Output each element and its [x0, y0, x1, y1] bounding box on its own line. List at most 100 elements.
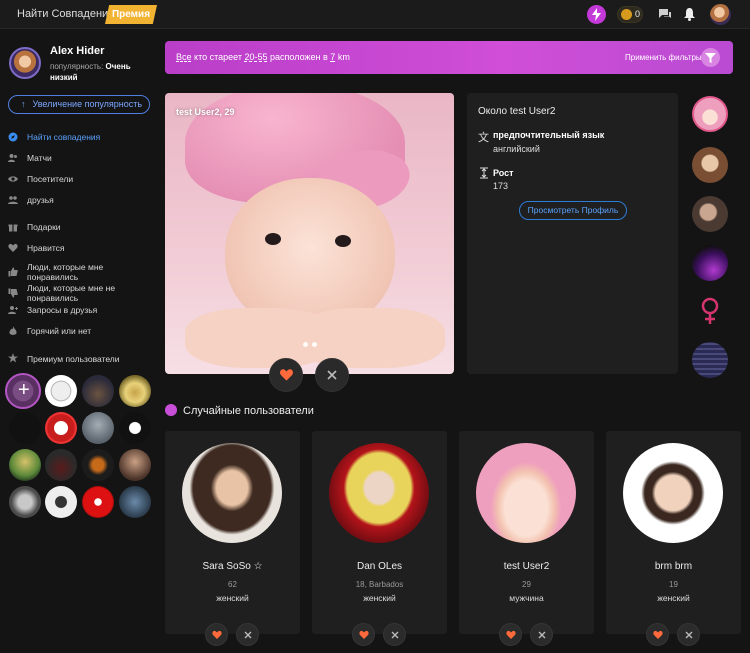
user-card[interactable]: test User2 29 мужчина	[459, 431, 594, 634]
messages-button[interactable]	[658, 8, 672, 23]
notifications-button[interactable]	[683, 7, 696, 24]
nav-matches[interactable]: Матчи	[8, 152, 153, 166]
credits-button[interactable]: 0	[617, 6, 643, 23]
profile-photo[interactable]: test User2, 29	[165, 93, 454, 374]
premium-user-avatar[interactable]	[9, 412, 41, 444]
app-title[interactable]: Найти Совпадения	[17, 8, 114, 20]
photo-eye	[265, 233, 281, 245]
popularity-label: популярность:	[50, 62, 104, 71]
thumbs-up-icon	[8, 267, 18, 277]
premium-user-avatar[interactable]	[119, 486, 151, 518]
card-dislike-button[interactable]	[383, 623, 406, 646]
premium-user-avatar[interactable]	[45, 375, 77, 407]
pagination-dot[interactable]	[312, 342, 317, 347]
close-icon	[685, 631, 693, 639]
nav-friend-requests[interactable]: Запросы в друзья	[8, 304, 153, 318]
nav-hot-or-not[interactable]: Горячий или нет	[8, 325, 153, 339]
nav-visitors[interactable]: Посетители	[8, 173, 153, 187]
nav-label: Запросы в друзья	[27, 305, 98, 315]
filter-age[interactable]: 20-55	[244, 52, 267, 62]
premium-user-avatar[interactable]	[45, 449, 77, 481]
user-card[interactable]: Dan OLes 18, Barbados женский	[312, 431, 447, 634]
premium-user-avatar[interactable]	[9, 486, 41, 518]
card-like-button[interactable]	[499, 623, 522, 646]
user-card-gender: женский	[363, 593, 396, 603]
boost-popularity-label: Увеличение популярность	[32, 99, 143, 109]
close-icon	[538, 631, 546, 639]
card-like-button[interactable]	[646, 623, 669, 646]
match-thumbnail[interactable]	[692, 196, 728, 232]
user-card-name[interactable]: Dan OLes	[312, 561, 447, 572]
language-value: английский	[493, 144, 540, 154]
nav-disliked-people[interactable]: Люди, которые мне не понравились	[8, 283, 153, 303]
match-thumbnail[interactable]	[692, 245, 728, 281]
filter-summary[interactable]: Все кто стареет 20-55 расположен в 7 km	[176, 52, 350, 62]
premium-user-avatar[interactable]	[9, 449, 41, 481]
user-card-avatar[interactable]	[623, 443, 723, 543]
premium-user-avatar[interactable]	[82, 449, 114, 481]
user-card-avatar[interactable]	[182, 443, 282, 543]
boost-button[interactable]	[587, 5, 606, 24]
card-dislike-button[interactable]	[236, 623, 259, 646]
coin-icon	[621, 9, 632, 20]
apply-filters-label[interactable]: Применить фильтры	[625, 53, 702, 62]
nav-find-matches[interactable]: Найти совпадения	[8, 131, 153, 145]
user-card[interactable]: brm brm 19 женский	[606, 431, 741, 634]
profile-name[interactable]: Alex Hider	[50, 45, 104, 57]
premium-user-avatar[interactable]	[119, 375, 151, 407]
premium-user-avatar[interactable]	[45, 486, 77, 518]
user-avatar[interactable]	[710, 4, 731, 25]
user-card-name[interactable]: Sara SoSo ☆	[165, 561, 300, 572]
premium-user-avatar[interactable]	[119, 449, 151, 481]
nav-gifts[interactable]: Подарки	[8, 221, 153, 235]
nav-label: Горячий или нет	[27, 326, 92, 336]
filter-gender[interactable]: Все	[176, 52, 192, 62]
match-thumbnail[interactable]	[692, 96, 728, 132]
heart-icon	[212, 630, 222, 639]
user-card-age: 19	[669, 580, 678, 589]
nav-label: Подарки	[27, 222, 61, 232]
nav-likes[interactable]: Нравится	[8, 242, 153, 256]
users-icon	[8, 154, 17, 162]
boost-popularity-button[interactable]: ↑ Увеличение популярность	[8, 95, 150, 114]
user-card-avatar[interactable]	[329, 443, 429, 543]
nav-friends[interactable]: друзья	[8, 194, 153, 208]
card-dislike-button[interactable]	[530, 623, 553, 646]
card-like-button[interactable]	[205, 623, 228, 646]
nav-label: Посетители	[27, 174, 74, 184]
photo-pagination[interactable]	[301, 339, 319, 350]
pagination-dot[interactable]	[303, 342, 308, 347]
premium-user-avatar[interactable]	[82, 375, 114, 407]
card-like-button[interactable]	[352, 623, 375, 646]
close-icon	[391, 631, 399, 639]
heart-icon	[359, 630, 369, 639]
user-card[interactable]: Sara SoSo ☆ 62 женский	[165, 431, 300, 634]
friends-icon	[8, 196, 18, 204]
match-thumbnail[interactable]	[692, 147, 728, 183]
current-user-name: test User2,	[176, 107, 223, 117]
nav-liked-people[interactable]: Люди, которые мне понравились	[8, 262, 153, 282]
premium-user-avatar[interactable]	[82, 486, 114, 518]
language-label: предпочтительный язык	[493, 130, 605, 140]
view-profile-button[interactable]: Просмотреть Профиль	[519, 201, 627, 220]
user-card-age: 18, Barbados	[355, 580, 404, 589]
heart-icon	[653, 630, 663, 639]
user-card-avatar[interactable]	[476, 443, 576, 543]
premium-user-avatar[interactable]	[119, 412, 151, 444]
user-card-name[interactable]: brm brm	[606, 561, 741, 572]
apply-filters-button[interactable]	[701, 48, 720, 67]
nav-label: Люди, которые мне не понравились	[27, 283, 116, 303]
premium-user-avatar[interactable]	[45, 412, 77, 444]
match-thumbnail[interactable]	[692, 342, 728, 378]
filter-unit: km	[337, 52, 350, 62]
premium-button[interactable]: Премия	[105, 5, 157, 24]
profile-avatar[interactable]	[9, 47, 41, 79]
sidebar: Alex Hider популярность: Очень низкий ↑ У…	[0, 30, 160, 653]
user-card-name[interactable]: test User2	[459, 561, 594, 572]
premium-user-avatar[interactable]	[82, 412, 114, 444]
add-premium-button[interactable]: +	[5, 373, 41, 409]
dislike-button[interactable]	[315, 358, 349, 392]
filter-distance[interactable]: 7	[330, 52, 335, 62]
card-dislike-button[interactable]	[677, 623, 700, 646]
like-button[interactable]	[269, 358, 303, 392]
